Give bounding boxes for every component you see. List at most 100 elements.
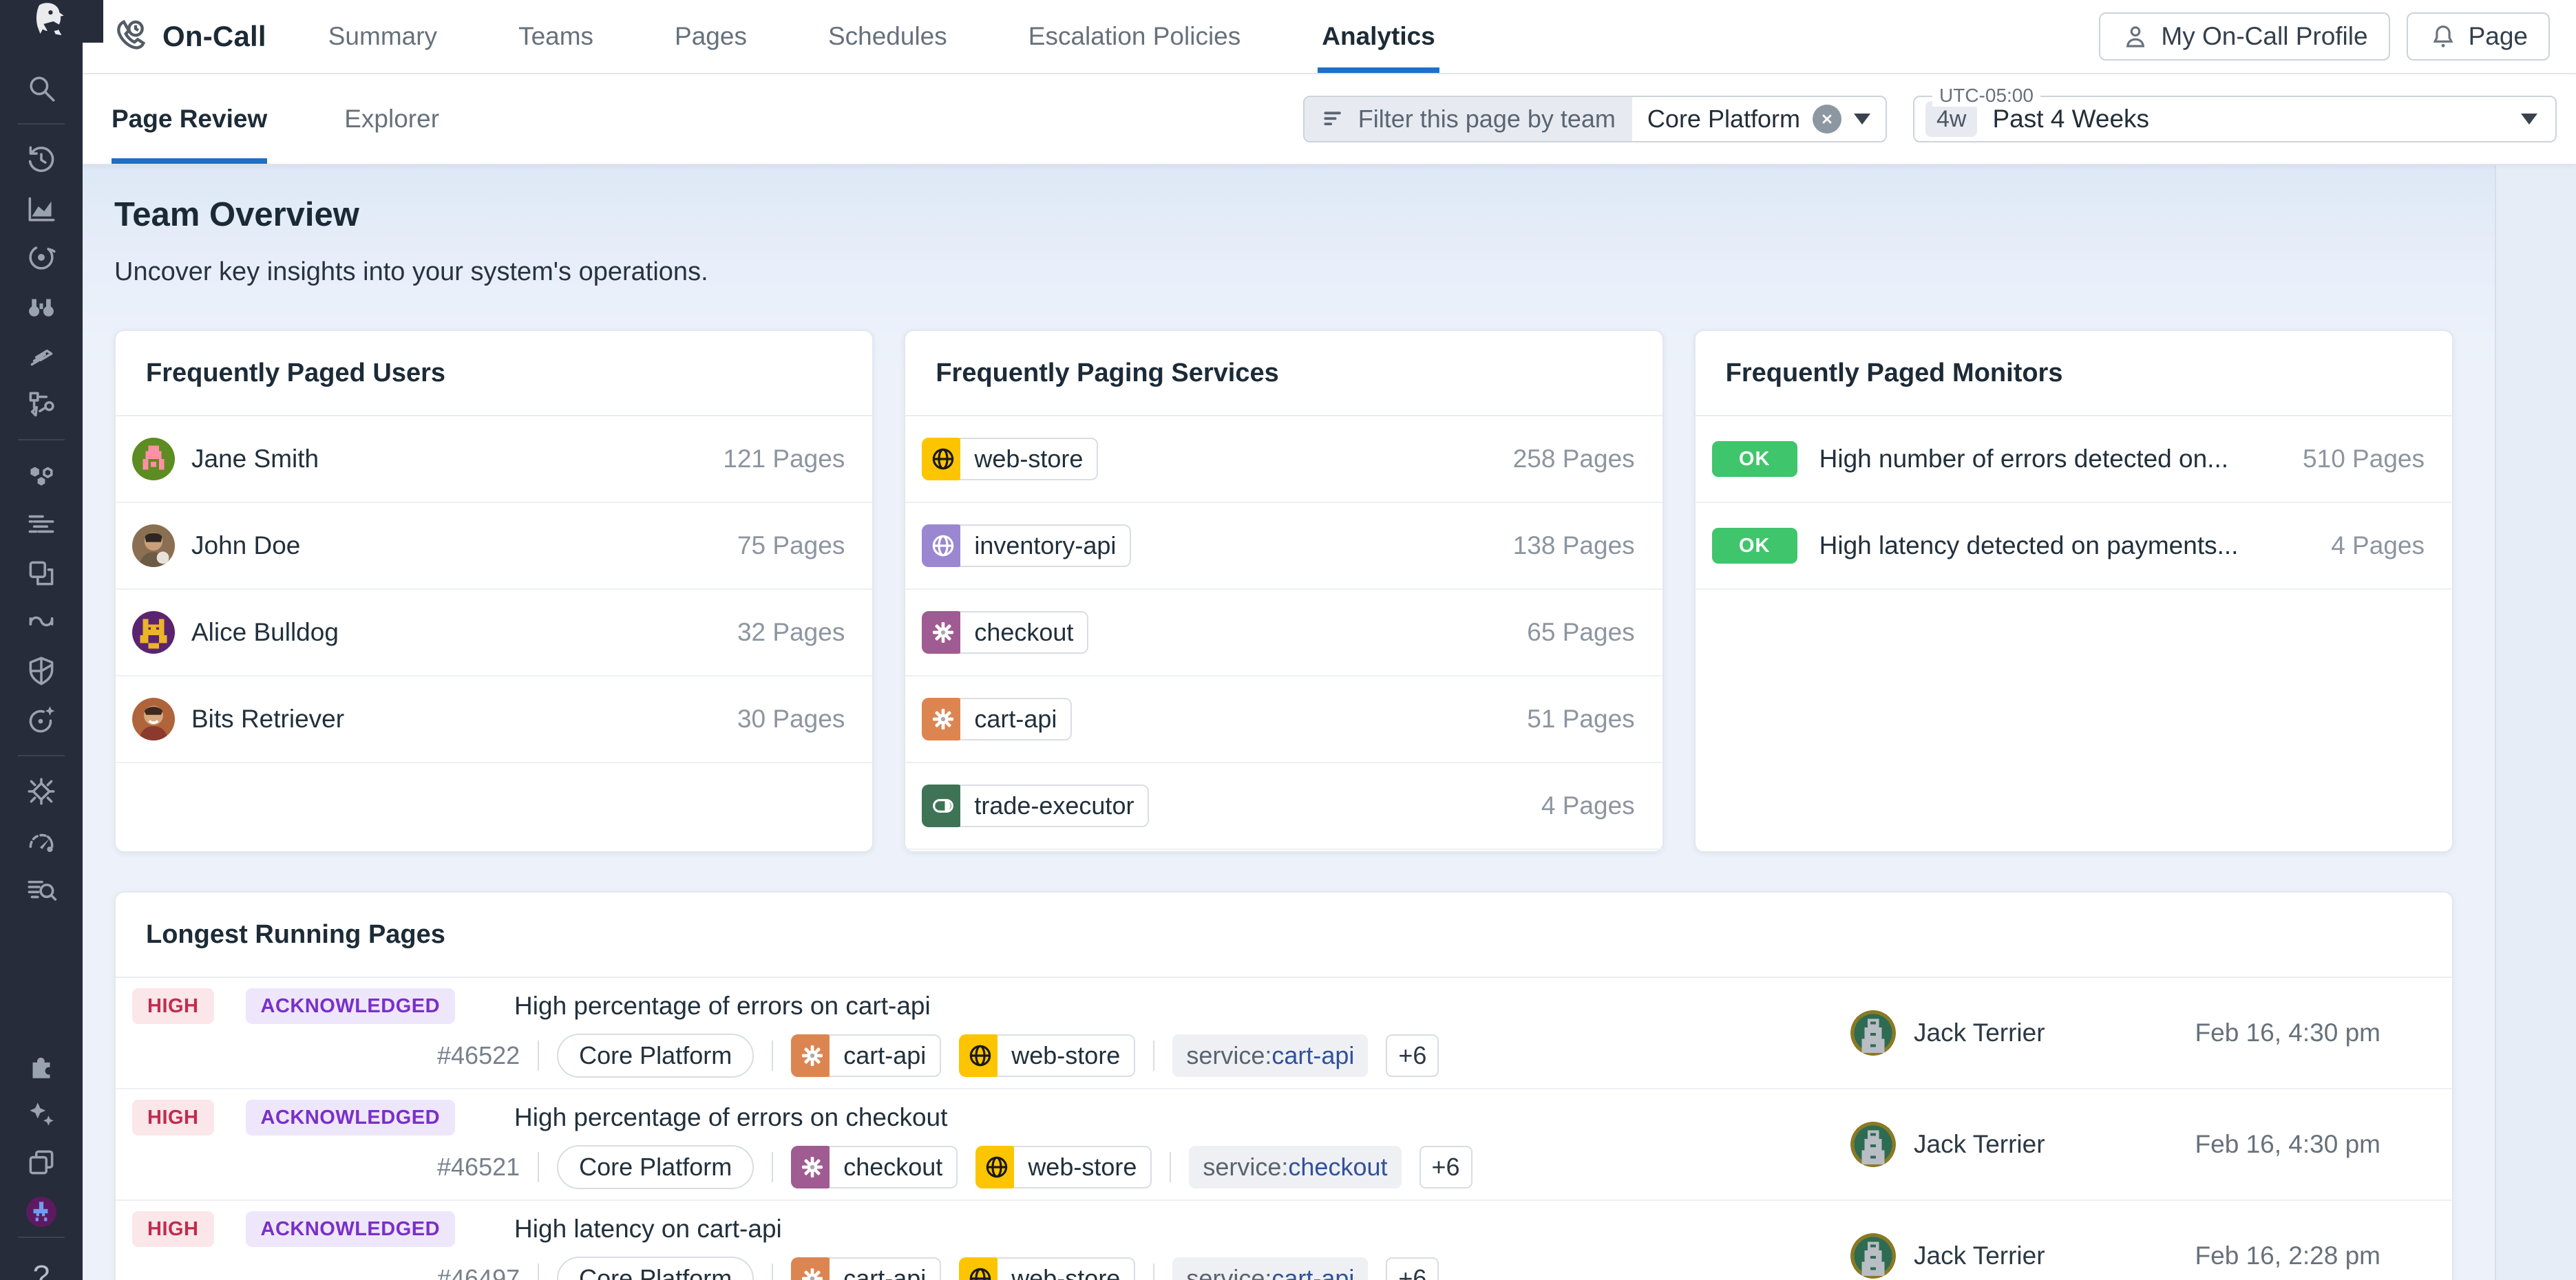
ai-sparkles-icon[interactable] (22, 1095, 61, 1133)
rail-divider (18, 439, 65, 440)
range-label: Past 4 Weeks (1992, 105, 2521, 134)
gears-icon (791, 1146, 834, 1188)
datadog-logo[interactable] (0, 0, 103, 43)
team-filter-value: Core Platform (1647, 105, 1800, 134)
avatar (132, 698, 175, 740)
overview-cards: Frequently Paged Users Jane Smith 121 Pa… (114, 330, 2453, 853)
search-icon[interactable] (22, 69, 61, 107)
time-range-select[interactable]: UTC-05:00 4w Past 4 Weeks (1913, 96, 2557, 142)
user-row[interactable]: John Doe 75 Pages (116, 503, 872, 590)
tab-page-review[interactable]: Page Review (112, 74, 267, 164)
analytics-toolbar: Page Review Explorer Filter this page by… (83, 74, 2576, 165)
apm-binoculars-icon[interactable] (22, 287, 61, 326)
infrastructure-layers-icon[interactable] (22, 336, 61, 374)
tab-explorer[interactable]: Explorer (344, 74, 439, 164)
service-chip[interactable]: cart-api (791, 1257, 941, 1280)
security-shield-icon[interactable] (22, 652, 61, 690)
chevron-down-icon[interactable] (1854, 114, 1870, 125)
nav-summary[interactable]: Summary (328, 0, 437, 73)
longest-running-pages-card: Longest Running Pages HIGH ACKNOWLEDGED … (114, 891, 2453, 1280)
user-row[interactable]: Bits Retriever 30 Pages (116, 676, 872, 763)
nav-pages[interactable]: Pages (675, 0, 747, 73)
service-row[interactable]: web-store 258 Pages (905, 416, 1662, 503)
service-chip[interactable]: web-store (959, 1257, 1135, 1280)
service-row[interactable]: trade-executor 4 Pages (905, 763, 1662, 850)
assignee-name: Jack Terrier (1914, 1018, 2045, 1047)
service-chip[interactable]: web-store (922, 438, 1098, 480)
service-chip[interactable]: web-store (959, 1034, 1135, 1077)
card-title: Frequently Paged Monitors (1696, 331, 2452, 416)
service-tag[interactable]: service:checkout (1189, 1146, 1401, 1188)
profiling-gauge-icon[interactable] (22, 821, 61, 860)
service-row[interactable]: inventory-api 138 Pages (905, 503, 1662, 590)
monitor-row[interactable]: OK High latency detected on payments... … (1696, 503, 2452, 590)
severity-badge: HIGH (132, 1211, 214, 1247)
watchdog-ai-icon[interactable] (22, 701, 61, 739)
service-chip[interactable]: web-store (975, 1146, 1152, 1188)
assignee-name: Jack Terrier (1914, 1130, 2045, 1159)
globe-icon (922, 524, 964, 567)
synthetics-loop-icon[interactable] (22, 603, 61, 641)
monitor-status-badge: OK (1712, 528, 1797, 564)
integrations-puzzle-icon[interactable] (22, 1046, 61, 1085)
right-gutter (2495, 165, 2576, 1280)
service-chip[interactable]: cart-api (922, 698, 1072, 740)
chevron-down-icon (2521, 114, 2537, 125)
page-button[interactable]: Page (2407, 12, 2550, 61)
service-chip[interactable]: inventory-api (922, 524, 1131, 567)
frequently-paged-users-card: Frequently Paged Users Jane Smith 121 Pa… (114, 330, 874, 853)
page-row[interactable]: HIGH ACKNOWLEDGED High percentage of err… (116, 1089, 2452, 1201)
page-title-text: High percentage of errors on cart-api (514, 992, 931, 1021)
workspaces-icon[interactable] (22, 1144, 61, 1182)
user-name: Alice Bulldog (191, 618, 339, 647)
nav-analytics[interactable]: Analytics (1322, 0, 1435, 73)
avatar (132, 611, 175, 654)
service-chip[interactable]: cart-api (791, 1034, 941, 1077)
page-row[interactable]: HIGH ACKNOWLEDGED High latency on cart-a… (116, 1201, 2452, 1280)
logs-icon[interactable] (22, 505, 61, 544)
user-row[interactable]: Jane Smith 121 Pages (116, 416, 872, 503)
service-map-icon[interactable] (22, 385, 61, 423)
service-chip[interactable]: trade-executor (922, 785, 1149, 827)
severity-badge: HIGH (132, 988, 214, 1024)
page-id: #46497 (437, 1264, 520, 1280)
processes-hexagons-icon[interactable] (22, 456, 61, 495)
page-count: 4 Pages (1541, 791, 1635, 820)
page-subtitle: Uncover key insights into your system's … (114, 257, 2576, 287)
page-row[interactable]: HIGH ACKNOWLEDGED High percentage of err… (116, 978, 2452, 1089)
service-chip[interactable]: checkout (922, 611, 1088, 654)
my-oncall-profile-button[interactable]: My On-Call Profile (2099, 12, 2389, 61)
nav-schedules[interactable]: Schedules (828, 0, 947, 73)
user-name: John Doe (191, 531, 300, 560)
service-row[interactable]: cart-api 51 Pages (905, 676, 1662, 763)
metrics-chart-icon[interactable] (22, 189, 61, 228)
user-row[interactable]: Alice Bulldog 32 Pages (116, 590, 872, 676)
service-tag[interactable]: service:cart-api (1172, 1034, 1368, 1077)
more-tags-chip[interactable]: +6 (1419, 1146, 1472, 1188)
clear-filter-icon[interactable] (1813, 105, 1841, 134)
timezone-label: UTC-05:00 (1932, 85, 2040, 107)
team-filter[interactable]: Filter this page by team Core Platform (1303, 96, 1887, 142)
history-icon[interactable] (22, 140, 61, 179)
team-pill[interactable]: Core Platform (557, 1257, 754, 1280)
team-pill[interactable]: Core Platform (557, 1145, 754, 1189)
more-tags-chip[interactable]: +6 (1386, 1257, 1439, 1280)
analytics-tabs: Page Review Explorer (112, 74, 439, 164)
team-pill[interactable]: Core Platform (557, 1034, 754, 1078)
error-tracking-bug-icon[interactable] (22, 772, 61, 811)
service-row[interactable]: checkout 65 Pages (905, 590, 1662, 676)
nav-escalation-policies[interactable]: Escalation Policies (1028, 0, 1241, 73)
monitor-row[interactable]: OK High number of errors detected on... … (1696, 416, 2452, 503)
rum-windows-icon[interactable] (22, 554, 61, 593)
nav-teams[interactable]: Teams (518, 0, 593, 73)
watchdog-icon[interactable] (22, 238, 61, 277)
gears-icon (922, 611, 964, 654)
bits-ai-icon[interactable] (22, 1193, 61, 1231)
product-header: On-Call (110, 17, 266, 56)
service-tag[interactable]: service:cart-api (1172, 1257, 1368, 1280)
log-explorer-icon[interactable] (22, 870, 61, 908)
rail-help-section[interactable]: ? Help (0, 1231, 83, 1280)
more-tags-chip[interactable]: +6 (1386, 1034, 1439, 1077)
service-chip[interactable]: checkout (791, 1146, 958, 1188)
gears-icon (791, 1034, 834, 1077)
